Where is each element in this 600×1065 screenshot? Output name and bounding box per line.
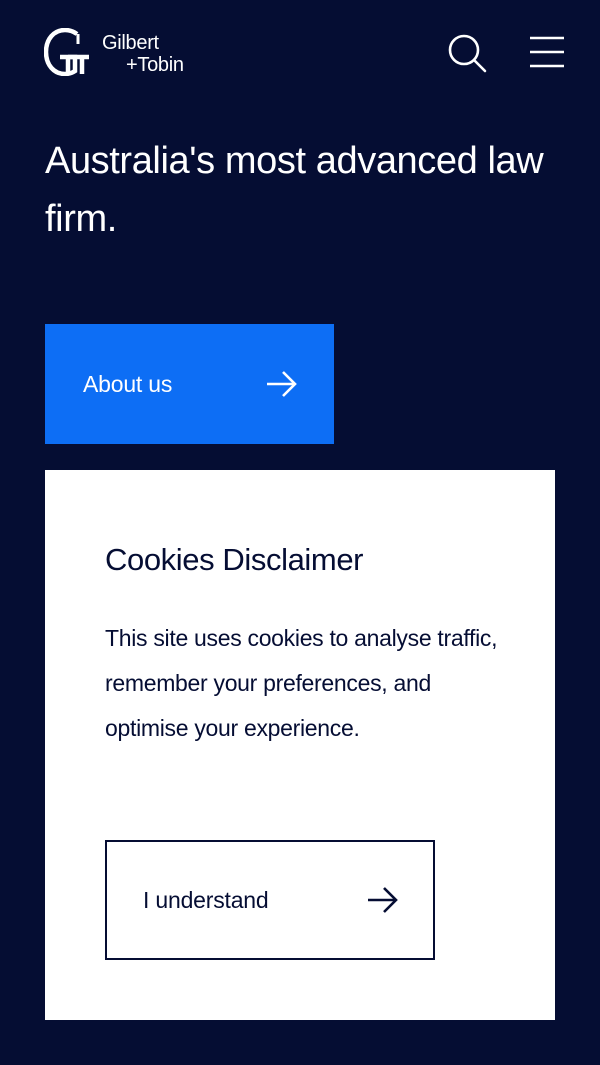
search-icon (448, 34, 487, 73)
i-understand-label: I understand (143, 886, 269, 913)
arrow-right-icon (267, 371, 297, 397)
gilbert-tobin-logo-icon (44, 28, 89, 76)
about-us-label: About us (83, 370, 173, 397)
brand-name: Gilbert +Tobin (102, 32, 184, 76)
cookie-disclaimer-dialog: Cookies Disclaimer This site uses cookie… (45, 470, 555, 1020)
hamburger-menu-icon (530, 36, 564, 68)
brand-name-line2: +Tobin (126, 54, 184, 76)
site-header: Gilbert +Tobin (0, 0, 600, 106)
cookie-disclaimer-title: Cookies Disclaimer (105, 542, 364, 577)
i-understand-button[interactable]: I understand (105, 840, 435, 960)
hero-title: Australia's most advanced law firm. (45, 140, 544, 240)
cookie-disclaimer-text: This site uses cookies to analyse traffi… (105, 625, 498, 741)
arrow-right-icon (368, 887, 398, 913)
about-us-button[interactable]: About us (45, 324, 334, 444)
menu-button[interactable] (528, 34, 566, 70)
brand-logo-link[interactable]: Gilbert +Tobin (44, 28, 184, 76)
page: Gilbert +Tobin Australia's most advanced… (0, 0, 600, 1065)
search-button[interactable] (446, 32, 488, 74)
brand-name-line1: Gilbert (102, 32, 159, 54)
